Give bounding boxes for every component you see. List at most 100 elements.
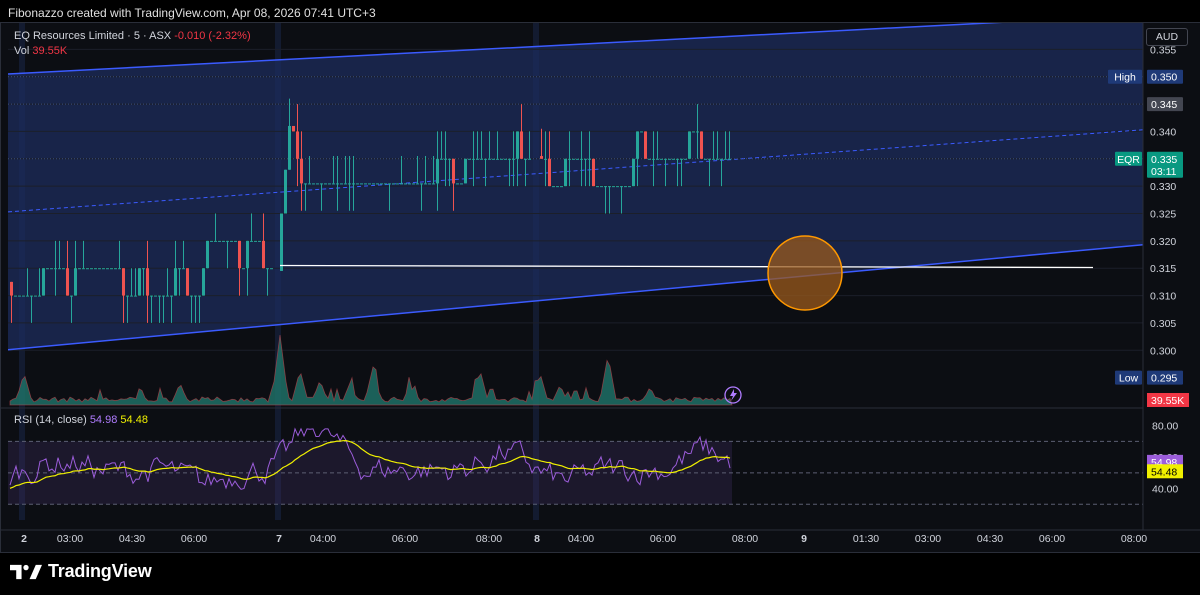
candle-body xyxy=(300,158,303,184)
candle-body xyxy=(234,240,237,242)
candle-body xyxy=(106,268,109,270)
candle-body xyxy=(648,158,651,160)
candle-body xyxy=(380,183,383,185)
candle-body xyxy=(146,268,149,296)
candle-body xyxy=(254,240,257,242)
candle-body xyxy=(320,183,323,185)
price-tag-label: Low xyxy=(1119,373,1139,385)
candle-body xyxy=(416,183,419,185)
candle-body xyxy=(126,295,129,297)
candle-body xyxy=(528,158,531,160)
candle-body xyxy=(122,268,125,296)
candle-body xyxy=(652,158,655,160)
candle-body xyxy=(280,213,283,271)
candle-body xyxy=(408,183,411,185)
candle-body xyxy=(708,158,711,160)
symbol-legend[interactable]: EQ Resources Limited · 5 · ASX -0.010 (-… xyxy=(14,30,251,42)
candle-body xyxy=(388,183,391,185)
candle-body xyxy=(170,295,173,297)
candle-body xyxy=(78,268,81,270)
rsi-ma-value: 54.48 xyxy=(120,414,148,426)
price-tag-label: High xyxy=(1114,72,1136,84)
candle-body xyxy=(548,158,551,187)
candle-body xyxy=(356,183,359,185)
candle-body xyxy=(520,131,523,159)
candle-body xyxy=(174,268,177,296)
price-tick-label: 0.340 xyxy=(1150,126,1176,138)
volume-area xyxy=(10,335,732,405)
candle-body xyxy=(712,158,715,160)
candle-body xyxy=(292,125,295,132)
candle-body xyxy=(704,158,707,160)
price-tick-label: 0.300 xyxy=(1150,345,1176,357)
candle-body xyxy=(456,183,459,185)
candle-body xyxy=(728,158,731,160)
price-tag-low: 0.295 Low xyxy=(1115,370,1183,385)
candle-body xyxy=(488,158,491,160)
candle-body xyxy=(90,268,93,270)
price-tag-value: 0.335 xyxy=(1151,154,1177,166)
chart-canvas[interactable]: 0.300 0.305 0.310 0.315 0.320 0.325 0.330 0.335… xyxy=(0,22,1200,552)
chart-frame: Fibonazzo created with TradingView.com, … xyxy=(0,0,1200,595)
tradingview-logo[interactable]: TradingView xyxy=(10,561,152,582)
candle-body xyxy=(696,131,699,133)
candle-body xyxy=(656,158,659,160)
candle-body xyxy=(460,183,463,185)
candle-body xyxy=(432,183,435,185)
rsi-legend[interactable]: RSI (14, close) 54.98 54.48 xyxy=(14,414,148,426)
candle-body xyxy=(210,240,213,242)
candle-body xyxy=(98,268,101,270)
time-tick-label: 04:30 xyxy=(977,533,1003,545)
candle-body xyxy=(484,158,487,160)
candle-body xyxy=(376,183,379,185)
candle-body xyxy=(58,268,61,270)
candle-body xyxy=(308,183,311,185)
candle-body xyxy=(114,268,117,270)
price-tick-label: 0.305 xyxy=(1150,318,1176,330)
candle-body xyxy=(472,158,475,160)
time-tick-label: 04:00 xyxy=(568,533,594,545)
candle-body xyxy=(344,183,347,185)
price-tag-value: 0.350 xyxy=(1151,72,1177,84)
candle-body xyxy=(46,268,49,270)
candle-body xyxy=(110,268,113,270)
candle-body xyxy=(384,183,387,185)
candle-body xyxy=(544,158,547,160)
candle-body xyxy=(250,240,253,242)
candle-body xyxy=(616,186,619,188)
candle-body xyxy=(492,158,495,160)
candle-body xyxy=(62,268,65,270)
candle-body xyxy=(620,186,623,188)
time-tick-label: 2 xyxy=(21,533,27,545)
price-tick-label: 0.310 xyxy=(1150,291,1176,303)
rsi-tag-value: 54.48 xyxy=(1151,466,1177,478)
rsi-tag: 54.48 xyxy=(1147,464,1183,479)
candle-body xyxy=(14,295,17,297)
volume-tag-value: 39.55K xyxy=(1151,395,1184,407)
candle-body xyxy=(312,183,315,185)
candle-body xyxy=(332,183,335,185)
tradingview-wordmark: TradingView xyxy=(48,561,152,581)
candle-body xyxy=(190,295,193,297)
chart-panel[interactable]: 0.300 0.305 0.310 0.315 0.320 0.325 0.330 0.335… xyxy=(0,22,1200,552)
volume-legend[interactable]: Vol 39.55K xyxy=(14,45,67,57)
candle-body xyxy=(580,158,583,160)
candle-body xyxy=(440,158,443,160)
rsi-tick-label: 40.00 xyxy=(1152,484,1178,496)
candle-body xyxy=(352,183,355,185)
candle-body xyxy=(500,158,503,160)
candle-body xyxy=(392,183,395,185)
candle-body xyxy=(724,158,727,160)
candle-body xyxy=(162,295,165,297)
candle-body xyxy=(266,268,269,270)
candle-body xyxy=(556,186,559,188)
currency-button[interactable]: AUD xyxy=(1146,28,1188,46)
candle-body xyxy=(142,268,145,270)
candle-body xyxy=(604,186,607,188)
candle-body xyxy=(692,131,695,133)
candle-body xyxy=(588,158,591,160)
candle-body xyxy=(672,158,675,160)
candle-body xyxy=(284,169,287,214)
time-tick-label: 9 xyxy=(801,533,807,545)
candle-body xyxy=(636,131,639,159)
